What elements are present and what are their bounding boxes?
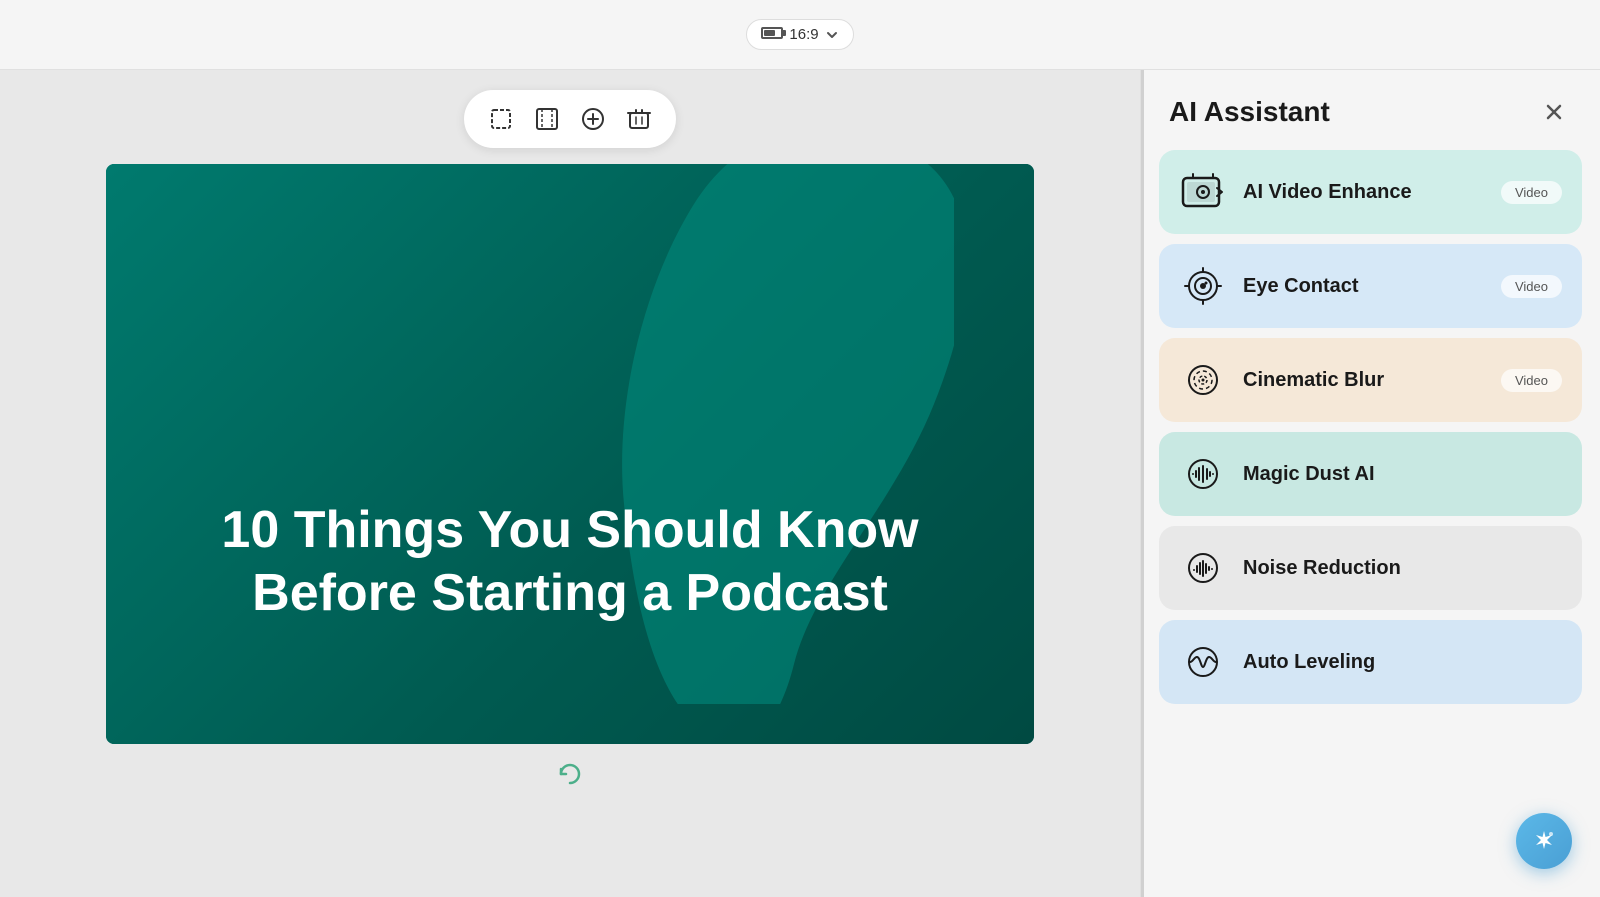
fab-ai-button[interactable]: [1516, 813, 1572, 869]
auto-leveling-label: Auto Leveling: [1243, 651, 1562, 674]
cinematic-blur-icon: [1179, 356, 1227, 404]
ai-video-enhance-label: AI Video Enhance: [1243, 181, 1485, 204]
noise-reduction-label: Noise Reduction: [1243, 557, 1562, 580]
ai-cards-list: AI Video Enhance Video: [1141, 150, 1600, 722]
ai-video-enhance-badge: Video: [1501, 181, 1562, 204]
close-button[interactable]: [1536, 94, 1572, 130]
ai-panel-header: AI Assistant: [1141, 70, 1600, 150]
chevron-down-icon: [825, 28, 839, 42]
video-title: 10 Things You Should Know Before Startin…: [166, 499, 974, 624]
ai-card-cinematic-blur[interactable]: Cinematic Blur Video: [1159, 338, 1582, 422]
ai-panel-title: AI Assistant: [1169, 96, 1330, 128]
cinematic-blur-label: Cinematic Blur: [1243, 369, 1485, 392]
refresh-button[interactable]: [552, 756, 588, 792]
ai-card-auto-leveling[interactable]: Auto Leveling: [1159, 620, 1582, 704]
video-preview: 10 Things You Should Know Before Startin…: [106, 164, 1034, 744]
aspect-ratio-label: 16:9: [789, 26, 818, 43]
magic-dust-ai-icon: [1179, 450, 1227, 498]
ai-assistant-panel: AI Assistant: [1140, 70, 1600, 897]
auto-leveling-icon: [1179, 638, 1227, 686]
ai-card-ai-video-enhance[interactable]: AI Video Enhance Video: [1159, 150, 1582, 234]
eye-contact-icon: [1179, 262, 1227, 310]
delete-button[interactable]: [618, 98, 660, 140]
main-content: 10 Things You Should Know Before Startin…: [0, 70, 1600, 897]
battery-icon-wrapper: [761, 26, 783, 43]
canvas-toolbar: [464, 90, 676, 148]
noise-reduction-icon: [1179, 544, 1227, 592]
ai-card-noise-reduction[interactable]: Noise Reduction: [1159, 526, 1582, 610]
trim-button[interactable]: [526, 98, 568, 140]
ai-video-enhance-icon: [1179, 168, 1227, 216]
ai-card-eye-contact[interactable]: Eye Contact Video: [1159, 244, 1582, 328]
magic-dust-ai-label: Magic Dust AI: [1243, 463, 1562, 486]
canvas-area: 10 Things You Should Know Before Startin…: [0, 70, 1140, 897]
cinematic-blur-badge: Video: [1501, 369, 1562, 392]
top-bar: 16:9: [0, 0, 1600, 70]
crop-button[interactable]: [480, 98, 522, 140]
add-button[interactable]: [572, 98, 614, 140]
aspect-ratio-selector[interactable]: 16:9: [746, 19, 853, 50]
ai-card-magic-dust-ai[interactable]: Magic Dust AI: [1159, 432, 1582, 516]
bottom-bar: [552, 744, 588, 804]
eye-contact-badge: Video: [1501, 275, 1562, 298]
panel-divider: [1141, 70, 1144, 897]
eye-contact-label: Eye Contact: [1243, 275, 1485, 298]
